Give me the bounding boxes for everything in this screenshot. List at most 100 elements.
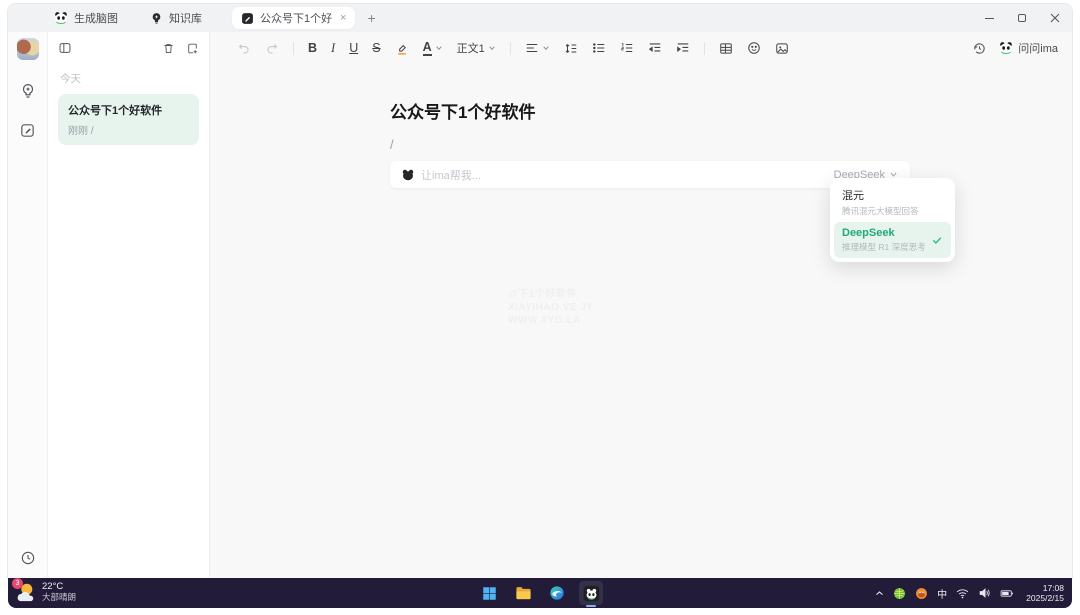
indent-decrease-button[interactable] — [648, 36, 662, 60]
ima-panda-icon — [583, 585, 600, 602]
note-doc-icon — [241, 12, 254, 25]
chevron-down-icon — [435, 44, 443, 52]
ime-indicator[interactable]: 中 — [937, 586, 947, 601]
notification-badge: 3 — [12, 578, 23, 589]
prompt-placeholder: 让ima帮我... — [421, 167, 834, 183]
tab-current-note[interactable]: 公众号下1个好 × — [232, 7, 355, 29]
lightbulb-icon — [150, 12, 163, 25]
note-meta: 刚刚 / — [68, 122, 189, 137]
tab-mindmap[interactable]: 生成脑图 — [38, 4, 134, 32]
ordered-list-button[interactable] — [620, 36, 634, 60]
text-style-selector[interactable]: 正文1 — [457, 36, 496, 60]
ima-prompt-icon — [402, 169, 414, 181]
close-icon[interactable] — [1050, 13, 1060, 23]
volume-icon[interactable] — [978, 587, 991, 599]
strikethrough-button[interactable]: S — [372, 36, 380, 60]
tray-date: 2025/2/15 — [1026, 593, 1064, 604]
document-title[interactable]: 公众号下1个好软件 — [390, 98, 910, 123]
battery-icon[interactable] — [1000, 588, 1014, 599]
insert-table-button[interactable] — [719, 36, 733, 60]
system-tray: 中 17:08 2025/2/15 — [875, 578, 1064, 608]
window-controls — [985, 4, 1060, 32]
model-description: 腾讯混元大模型回答 — [842, 205, 943, 217]
weather-condition: 大部晴朗 — [42, 592, 76, 603]
model-dropdown-menu: 混元 腾讯混元大模型回答 DeepSeek 推理模型 R1 深度思考 — [830, 178, 955, 262]
chevron-down-icon — [542, 44, 550, 52]
editor-area: B I U S A 正文1 — [210, 32, 1072, 578]
insert-image-button[interactable] — [775, 36, 789, 60]
edge-icon — [549, 585, 565, 601]
model-name: DeepSeek — [842, 227, 931, 239]
undo-icon[interactable] — [237, 36, 251, 60]
toolbar-right: 问问ima — [972, 35, 1058, 61]
font-color-button[interactable]: A — [423, 36, 443, 60]
indent-increase-button[interactable] — [676, 36, 690, 60]
slash-command-text[interactable]: / — [390, 137, 910, 152]
notes-group-label: 今天 — [60, 71, 197, 86]
taskbar-center — [477, 578, 603, 608]
panda-logo-icon — [999, 41, 1013, 55]
compose-note-button[interactable] — [19, 122, 36, 139]
align-button[interactable] — [525, 36, 550, 60]
tab-label: 生成脑图 — [74, 10, 118, 26]
notes-panel-header — [58, 41, 199, 55]
tab-label: 公众号下1个好 — [260, 10, 332, 26]
clock-widget[interactable]: 17:08 2025/2/15 — [1026, 583, 1064, 604]
tab-close-icon[interactable]: × — [340, 12, 346, 24]
windows-taskbar: 3 22°C 大部晴朗 中 — [8, 578, 1072, 608]
restore-icon[interactable] — [1018, 14, 1026, 22]
lightbulb-plus-icon — [19, 82, 37, 100]
underline-button[interactable]: U — [349, 36, 358, 60]
windows-logo-icon — [482, 586, 497, 601]
notes-panel: 今天 公众号下1个好软件 刚刚 / — [48, 32, 210, 578]
weather-temperature: 22°C — [42, 581, 76, 592]
knowledge-add-button[interactable] — [19, 82, 37, 100]
notes-actions — [162, 42, 199, 55]
minimize-icon[interactable] — [985, 18, 994, 19]
watermark: @下1个好软件 XIAYIHAO.VE JY WWW.XYG.LA — [508, 288, 594, 327]
format-toolbar: B I U S A 正文1 — [237, 35, 789, 61]
tab-knowledge-base[interactable]: 知识库 — [134, 4, 218, 32]
wifi-icon[interactable] — [956, 588, 969, 599]
version-history-icon[interactable] — [972, 41, 987, 56]
user-avatar[interactable] — [17, 38, 39, 60]
model-menu-item-hunyuan[interactable]: 混元 腾讯混元大模型回答 — [834, 182, 951, 222]
chevron-down-icon — [488, 44, 496, 52]
model-menu-item-deepseek[interactable]: DeepSeek 推理模型 R1 深度思考 — [834, 222, 951, 258]
note-title: 公众号下1个好软件 — [68, 102, 189, 118]
history-button[interactable] — [20, 550, 36, 566]
tray-app-icon[interactable] — [915, 587, 928, 600]
clock-icon — [20, 550, 36, 566]
weather-widget[interactable]: 3 22°C 大部晴朗 — [14, 581, 76, 603]
tab-label: 知识库 — [169, 10, 202, 26]
bullet-list-button[interactable] — [592, 36, 606, 60]
note-list-item[interactable]: 公众号下1个好软件 刚刚 / — [58, 94, 199, 145]
tray-expand-icon[interactable] — [875, 589, 884, 598]
tray-globe-icon[interactable] — [893, 587, 906, 600]
redo-icon[interactable] — [265, 36, 279, 60]
compose-icon — [19, 122, 36, 139]
trash-icon[interactable] — [162, 42, 175, 55]
new-tab-button[interactable]: + — [367, 10, 375, 26]
highlight-button[interactable] — [395, 36, 409, 60]
app-body: 今天 公众号下1个好软件 刚刚 / B I U S — [8, 32, 1072, 578]
collapse-panel-icon[interactable] — [58, 41, 72, 55]
tray-time: 17:08 — [1026, 583, 1064, 594]
document-editor[interactable]: 公众号下1个好软件 / 让ima帮我... DeepSeek — [390, 98, 910, 188]
italic-button[interactable]: I — [331, 36, 335, 60]
line-spacing-button[interactable] — [564, 36, 578, 60]
new-note-icon[interactable] — [186, 42, 199, 55]
left-icon-rail — [8, 32, 48, 578]
panda-logo-icon — [54, 11, 68, 25]
tab-strip: 生成脑图 知识库 公众号下1个好 × + — [8, 4, 1072, 32]
start-button[interactable] — [477, 581, 501, 605]
folder-icon — [515, 586, 532, 601]
model-name: 混元 — [842, 187, 943, 203]
insert-emoji-button[interactable] — [747, 36, 761, 60]
file-explorer-button[interactable] — [511, 581, 535, 605]
edge-browser-button[interactable] — [545, 581, 569, 605]
ima-app-button[interactable] — [579, 581, 603, 605]
weather-sun-cloud-icon: 3 — [14, 581, 36, 603]
bold-button[interactable]: B — [308, 36, 317, 60]
ask-ima-button[interactable]: 问问ima — [999, 40, 1058, 56]
